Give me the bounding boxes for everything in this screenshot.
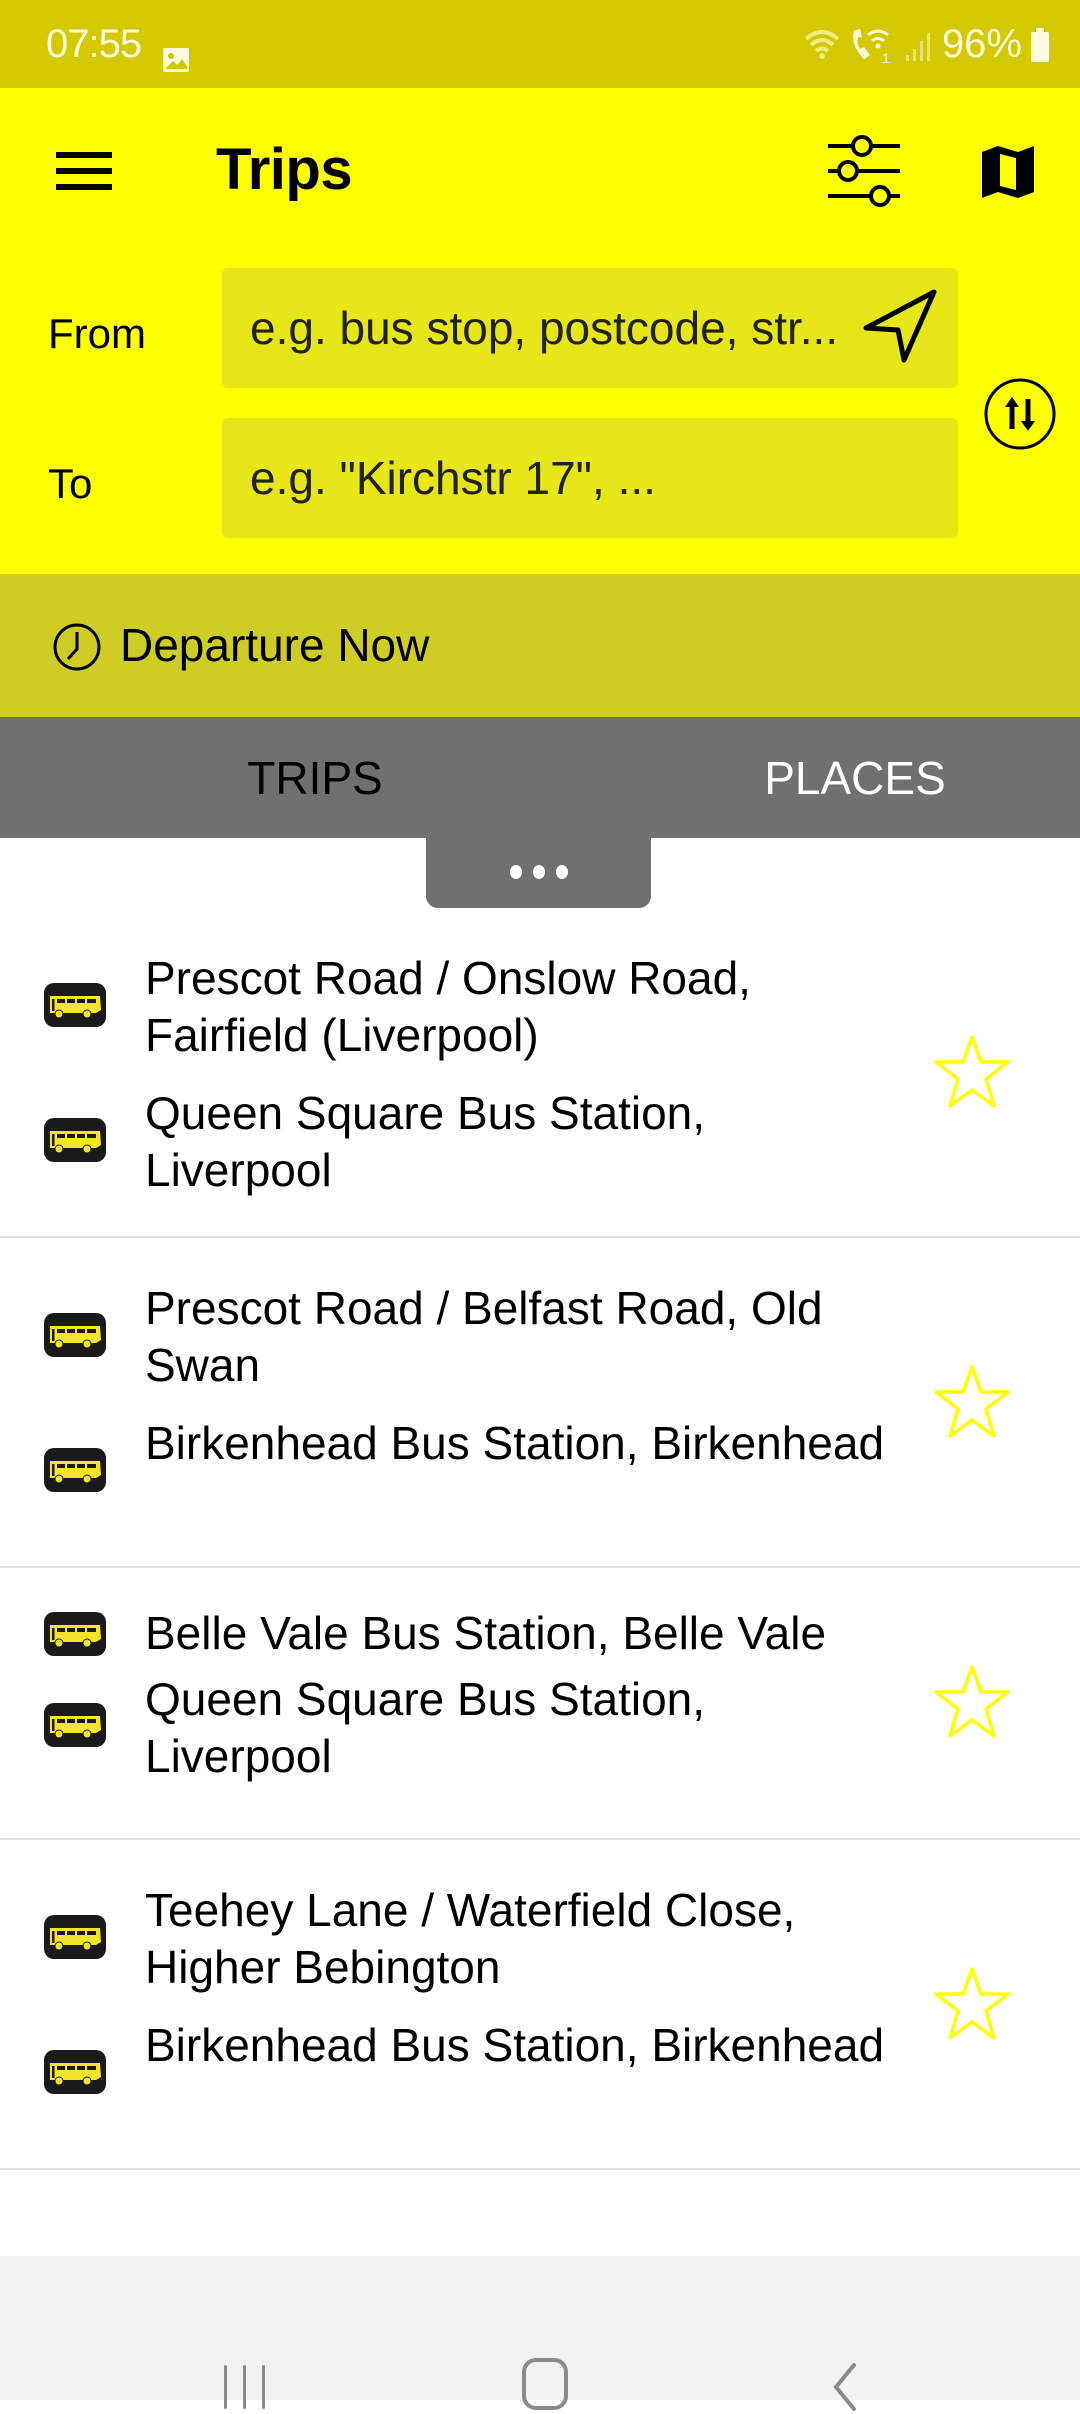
wifi-icon	[804, 29, 840, 59]
trip-row[interactable]: Belle Vale Bus Station, Belle Vale Queen…	[0, 1568, 1080, 1840]
from-input[interactable]	[250, 268, 850, 388]
signal-icon	[905, 32, 930, 61]
system-nav-bar	[0, 2256, 1080, 2411]
departure-label: Departure Now	[120, 619, 430, 671]
from-label: From	[48, 310, 146, 357]
trip-to: Queen Square Bus Station, Liverpool	[145, 1087, 706, 1196]
trip-from: Teehey Lane / Waterfield Close, Higher B…	[145, 1884, 796, 1993]
from-field	[222, 268, 958, 388]
trip-from: Belle Vale Bus Station, Belle Vale	[145, 1607, 827, 1659]
clock-icon	[53, 623, 101, 671]
bus-icon	[44, 1313, 106, 1357]
status-time: 07:55	[46, 22, 142, 66]
trip-row[interactable]: Teehey Lane / Waterfield Close, Higher B…	[0, 1840, 1080, 2170]
gallery-icon	[163, 48, 189, 72]
trip-to: Birkenhead Bus Station, Birkenhead	[145, 2019, 885, 2071]
bus-icon	[44, 1915, 106, 1959]
trip-row[interactable]: Prescot Road / Onslow Road, Fairfield (L…	[0, 908, 1080, 1238]
trip-row[interactable]: Prescot Road / Belfast Road, Old Swan Bi…	[0, 1238, 1080, 1568]
svg-text:1: 1	[882, 50, 890, 65]
tab-trips[interactable]: TRIPS	[45, 717, 585, 838]
battery-percent: 96%	[941, 22, 1022, 66]
to-label: To	[48, 460, 93, 507]
bus-icon	[44, 1118, 106, 1162]
bus-icon	[44, 1703, 106, 1747]
battery-icon	[1031, 27, 1049, 62]
favorite-star-icon[interactable]	[930, 1964, 1014, 2044]
back-icon[interactable]	[830, 2362, 860, 2412]
tab-places[interactable]: PLACES	[585, 717, 1080, 838]
hamburger-menu-icon[interactable]	[56, 152, 112, 192]
bus-icon	[44, 983, 106, 1027]
trip-from: Prescot Road / Onslow Road, Fairfield (L…	[145, 952, 751, 1061]
favorite-star-icon[interactable]	[930, 1362, 1014, 1442]
bus-icon	[44, 2050, 106, 2094]
trip-to: Birkenhead Bus Station, Birkenhead	[145, 1417, 885, 1469]
status-icons: 1 96%	[804, 22, 1050, 67]
map-icon[interactable]	[980, 144, 1036, 200]
to-field	[222, 418, 958, 538]
trip-from: Prescot Road / Belfast Road, Old Swan	[145, 1282, 823, 1391]
home-icon[interactable]	[520, 2356, 570, 2414]
wifi-calling-icon: 1	[853, 28, 890, 65]
bus-icon	[44, 1612, 106, 1656]
to-input[interactable]	[250, 418, 850, 538]
more-dots-icon[interactable]	[426, 836, 651, 908]
bus-icon	[44, 1448, 106, 1492]
app-header: Trips From To	[0, 88, 1080, 574]
navigation-arrow-icon[interactable]	[862, 288, 938, 364]
trip-to: Queen Square Bus Station, Liverpool	[145, 1673, 706, 1782]
favorite-star-icon[interactable]	[930, 1032, 1014, 1112]
swap-arrows-icon[interactable]	[983, 377, 1057, 451]
favorite-star-icon[interactable]	[930, 1662, 1014, 1742]
recent-apps-icon[interactable]	[220, 2362, 270, 2412]
departure-time-button[interactable]: Departure Now	[0, 574, 1080, 717]
tab-bar: TRIPS PLACES	[0, 717, 1080, 838]
status-bar: 07:55 1 96%	[0, 0, 1080, 88]
filter-settings-icon[interactable]	[826, 134, 902, 208]
page-title: Trips	[216, 137, 353, 202]
